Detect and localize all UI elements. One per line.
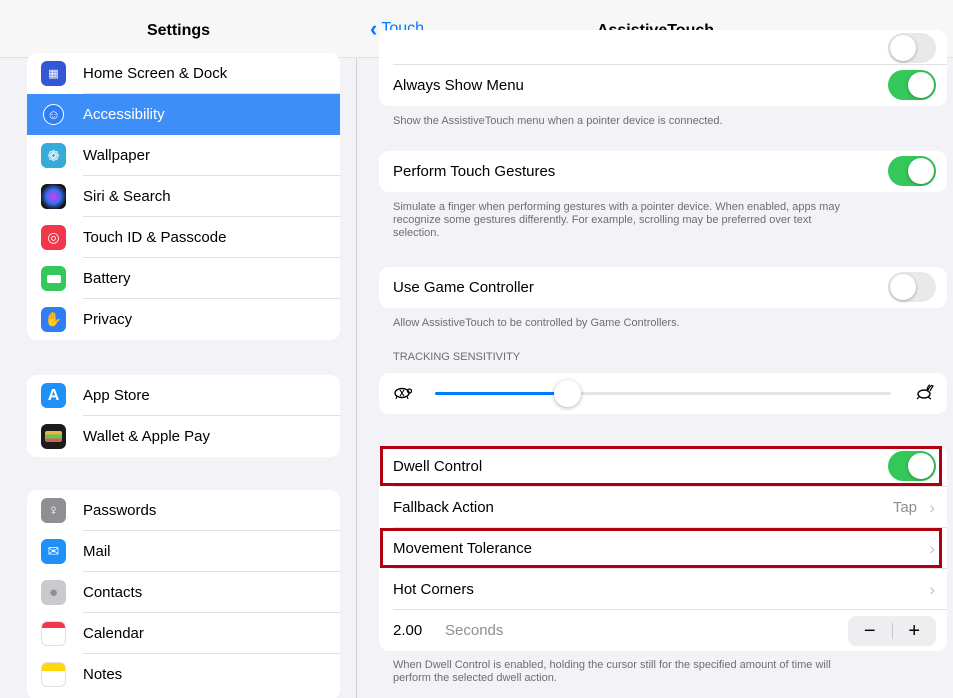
sidebar-item-label: Notes bbox=[83, 666, 123, 683]
assistivetouch-pane: ‹ Touch AssistiveTouch Always Show Menu … bbox=[358, 0, 953, 698]
previous-row-toggle[interactable] bbox=[888, 33, 936, 63]
hare-icon bbox=[915, 383, 935, 406]
dwell-time-value: 2.00 bbox=[393, 622, 423, 639]
fallback-action-label: Fallback Action bbox=[393, 499, 494, 516]
sidebar-item-accessibility[interactable]: ☺ Accessibility bbox=[27, 94, 340, 135]
sidebar-item-notes[interactable]: Notes bbox=[27, 654, 340, 695]
sidebar-header: Settings bbox=[0, 0, 357, 58]
use-game-controller-footer: Allow AssistiveTouch to be controlled by… bbox=[393, 317, 680, 329]
sensitivity-slider-knob[interactable] bbox=[554, 380, 582, 407]
turtle-icon bbox=[392, 384, 413, 403]
mail-icon: ✉ bbox=[41, 539, 66, 564]
dwell-footer: When Dwell Control is enabled, holding t… bbox=[393, 659, 933, 685]
wallet-icon bbox=[41, 424, 66, 449]
sidebar-item-label: Home Screen & Dock bbox=[83, 65, 228, 82]
accessibility-icon: ☺ bbox=[43, 104, 64, 125]
tracking-sensitivity-header: TRACKING SENSITIVITY bbox=[393, 351, 521, 363]
sidebar-item-label: Touch ID & Passcode bbox=[83, 229, 227, 246]
footer-line: When Dwell Control is enabled, holding t… bbox=[393, 659, 831, 671]
always-show-menu-footer: Show the AssistiveTouch menu when a poin… bbox=[393, 115, 723, 127]
always-show-menu-card: Always Show Menu bbox=[379, 30, 947, 106]
app-store-icon: A bbox=[41, 383, 66, 408]
footer-line: recognize some gestures differently. For… bbox=[393, 214, 812, 226]
dwell-time-stepper: − + bbox=[848, 616, 936, 646]
perform-touch-gestures-label: Perform Touch Gestures bbox=[393, 163, 556, 180]
perform-touch-gestures-toggle[interactable] bbox=[888, 156, 936, 186]
wallpaper-icon: ❁ bbox=[41, 143, 66, 168]
chevron-right-icon: › bbox=[929, 539, 935, 558]
perform-touch-gestures-row: Perform Touch Gestures bbox=[379, 151, 947, 192]
always-show-menu-toggle[interactable] bbox=[888, 70, 936, 100]
previous-row-partial bbox=[379, 30, 947, 65]
footer-line: Simulate a finger when performing gestur… bbox=[393, 201, 840, 213]
fingerprint-icon: ◎ bbox=[41, 225, 66, 250]
siri-icon bbox=[41, 184, 66, 209]
tracking-sensitivity-card bbox=[379, 373, 947, 414]
sensitivity-slider-fill bbox=[435, 392, 568, 395]
settings-sidebar: Settings ▦ Home Screen & Dock ☺ Accessib… bbox=[0, 0, 357, 698]
dwell-control-row: Dwell Control bbox=[379, 446, 947, 487]
dwell-time-row: 2.00 Seconds − + bbox=[379, 610, 947, 651]
sidebar-item-privacy[interactable]: ✋ Privacy bbox=[27, 299, 340, 340]
sidebar-item-label: Privacy bbox=[83, 311, 133, 328]
chevron-right-icon: › bbox=[929, 498, 935, 517]
hot-corners-row[interactable]: Hot Corners › bbox=[379, 569, 947, 610]
home-screen-icon: ▦ bbox=[41, 61, 66, 86]
use-game-controller-row: Use Game Controller bbox=[379, 267, 947, 308]
perform-touch-gestures-footer: Simulate a finger when performing gestur… bbox=[393, 201, 933, 240]
sidebar-item-contacts[interactable]: ● Contacts bbox=[27, 572, 340, 613]
increment-button[interactable]: + bbox=[893, 616, 937, 646]
chevron-right-icon: › bbox=[929, 580, 935, 599]
sidebar-item-wallet[interactable]: Wallet & Apple Pay bbox=[27, 416, 340, 457]
sidebar-item-label: Contacts bbox=[83, 584, 143, 601]
movement-tolerance-label: Movement Tolerance bbox=[393, 540, 532, 557]
use-game-controller-card: Use Game Controller bbox=[379, 267, 947, 308]
key-icon: ♀ bbox=[41, 498, 66, 523]
movement-tolerance-row[interactable]: Movement Tolerance › bbox=[379, 528, 947, 569]
sidebar-item-siri[interactable]: Siri & Search bbox=[27, 176, 340, 217]
dwell-control-toggle[interactable] bbox=[888, 451, 936, 481]
dwell-card: Dwell Control Fallback Action Tap › Move… bbox=[379, 446, 947, 651]
sidebar-item-label: Wallet & Apple Pay bbox=[83, 428, 211, 445]
fallback-action-value: Tap bbox=[892, 499, 917, 516]
dwell-control-label: Dwell Control bbox=[393, 458, 483, 475]
decrement-button[interactable]: − bbox=[848, 616, 892, 646]
contacts-icon: ● bbox=[41, 580, 66, 605]
hot-corners-label: Hot Corners bbox=[393, 581, 474, 598]
use-game-controller-label: Use Game Controller bbox=[393, 279, 534, 296]
perform-touch-gestures-card: Perform Touch Gestures bbox=[379, 151, 947, 192]
sidebar-item-label: Mail bbox=[83, 543, 111, 560]
always-show-menu-row: Always Show Menu bbox=[379, 65, 947, 106]
sidebar-group-system: ▦ Home Screen & Dock ☺ Accessibility ❁ W… bbox=[27, 53, 340, 340]
dwell-time-unit: Seconds bbox=[445, 622, 504, 639]
sidebar-group-store: A App Store Wallet & Apple Pay bbox=[27, 375, 340, 457]
sidebar-item-label: Passwords bbox=[83, 502, 157, 519]
sidebar-item-wallpaper[interactable]: ❁ Wallpaper bbox=[27, 135, 340, 176]
sidebar-item-touch-id[interactable]: ◎ Touch ID & Passcode bbox=[27, 217, 340, 258]
sidebar-item-label: Siri & Search bbox=[83, 188, 171, 205]
sidebar-item-label: Wallpaper bbox=[83, 147, 150, 164]
sidebar-item-mail[interactable]: ✉ Mail bbox=[27, 531, 340, 572]
sidebar-group-apps: ♀ Passwords ✉ Mail ● Contacts Calendar N… bbox=[27, 490, 340, 698]
sidebar-item-home-screen[interactable]: ▦ Home Screen & Dock bbox=[27, 53, 340, 94]
sidebar-item-label: Accessibility bbox=[83, 106, 165, 123]
sidebar-item-app-store[interactable]: A App Store bbox=[27, 375, 340, 416]
sidebar-item-label: Battery bbox=[83, 270, 131, 287]
sidebar-item-label: App Store bbox=[83, 387, 150, 404]
sidebar-title: Settings bbox=[146, 22, 211, 39]
use-game-controller-toggle[interactable] bbox=[888, 272, 936, 302]
sidebar-item-calendar[interactable]: Calendar bbox=[27, 613, 340, 654]
footer-line: selection. bbox=[393, 227, 440, 239]
privacy-hand-icon: ✋ bbox=[41, 307, 66, 332]
always-show-menu-label: Always Show Menu bbox=[393, 77, 524, 94]
sidebar-item-label: Calendar bbox=[83, 625, 144, 642]
sidebar-item-battery[interactable]: Battery bbox=[27, 258, 340, 299]
battery-icon bbox=[41, 266, 66, 291]
footer-line: perform the selected dwell action. bbox=[393, 672, 557, 684]
calendar-icon bbox=[41, 621, 66, 646]
fallback-action-row[interactable]: Fallback Action Tap › bbox=[379, 487, 947, 528]
notes-icon bbox=[41, 662, 66, 687]
sidebar-item-passwords[interactable]: ♀ Passwords bbox=[27, 490, 340, 531]
